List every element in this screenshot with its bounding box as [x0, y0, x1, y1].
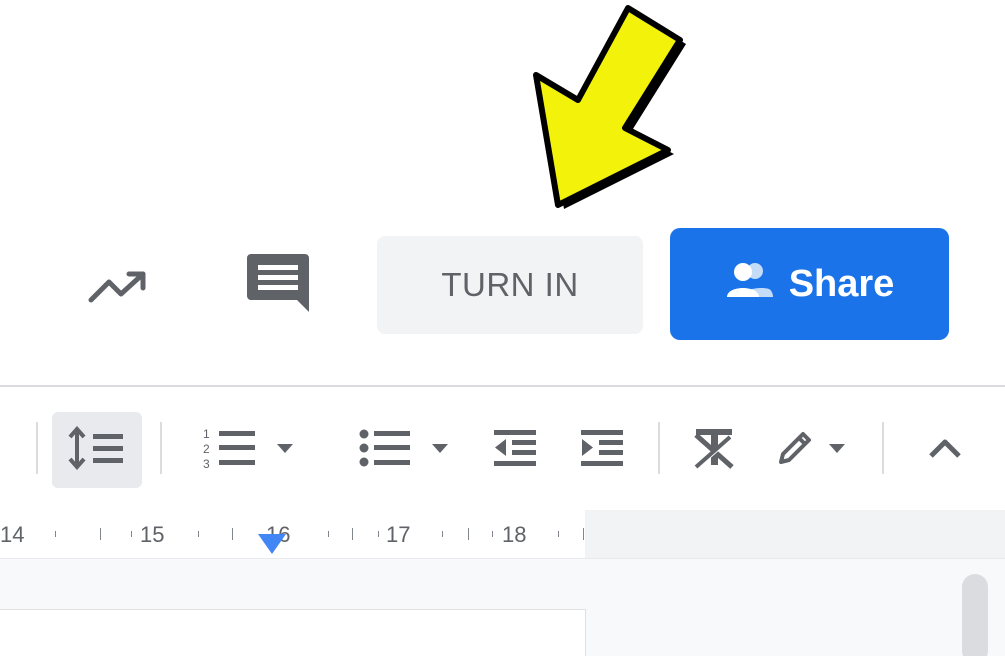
people-icon	[725, 259, 775, 309]
increase-indent-icon	[577, 426, 627, 475]
decrease-indent-icon	[490, 426, 540, 475]
decrease-indent-button[interactable]	[480, 412, 550, 488]
ruler-tick	[352, 528, 353, 540]
ruler-tick	[131, 531, 132, 537]
line-spacing-icon	[67, 425, 127, 475]
turn-in-label: TURN IN	[441, 266, 579, 303]
editing-mode-dropdown-icon	[827, 441, 847, 459]
numbered-list-button[interactable]: 1 2 3	[185, 412, 310, 488]
ruler-tick	[100, 528, 101, 540]
yellow-arrow-icon	[520, 0, 690, 215]
vertical-scrollbar[interactable]	[962, 574, 988, 656]
comment-icon	[245, 250, 311, 321]
svg-text:2: 2	[203, 442, 210, 456]
ruler-label: 14	[0, 522, 25, 547]
ruler-tick	[55, 531, 56, 537]
line-spacing-button[interactable]	[52, 412, 142, 488]
header-divider	[0, 385, 1005, 387]
clear-formatting-icon	[690, 425, 740, 476]
toolbar-separator	[658, 422, 660, 474]
increase-indent-button[interactable]	[567, 412, 637, 488]
ruler-tick	[232, 528, 233, 540]
share-label: Share	[788, 262, 895, 305]
ruler: 14 15 16 17 18	[0, 510, 1005, 559]
toolbar-separator	[160, 422, 162, 474]
clear-formatting-button[interactable]	[680, 412, 750, 488]
bulleted-list-dropdown-icon	[430, 441, 450, 459]
bulleted-list-icon	[356, 424, 416, 477]
ruler-margin-area	[585, 510, 1005, 558]
activity-dashboard-button[interactable]	[78, 258, 158, 318]
svg-text:3: 3	[203, 457, 210, 471]
toolbar-separator	[882, 422, 884, 474]
collapse-toolbar-icon	[925, 434, 965, 467]
ruler-label: 18	[502, 522, 527, 547]
turn-in-button[interactable]: TURN IN	[377, 236, 643, 334]
svg-text:1: 1	[203, 427, 210, 441]
ruler-tick	[583, 528, 584, 540]
ruler-label: 15	[140, 522, 165, 547]
toolbar-separator	[36, 422, 38, 474]
ruler-tick	[492, 531, 493, 537]
ruler-tick	[468, 528, 469, 540]
share-button[interactable]: Share	[670, 228, 949, 340]
indent-marker[interactable]	[258, 534, 286, 554]
bulleted-list-button[interactable]	[340, 412, 465, 488]
editing-mode-button[interactable]	[755, 412, 865, 488]
formatting-toolbar: 1 2 3	[0, 400, 1005, 505]
ruler-tick	[558, 531, 559, 537]
ruler-tick	[378, 531, 379, 537]
numbered-list-dropdown-icon	[275, 441, 295, 459]
ruler-label: 17	[386, 522, 411, 547]
collapse-toolbar-button[interactable]	[910, 412, 980, 488]
comments-button[interactable]	[238, 245, 318, 325]
activity-dashboard-icon	[85, 266, 151, 311]
ruler-tick	[198, 531, 199, 537]
document-page[interactable]	[0, 609, 586, 656]
ruler-tick	[328, 531, 329, 537]
editing-mode-pencil-icon	[773, 426, 817, 475]
ruler-tick	[442, 531, 443, 537]
docs-window: TURN IN Share 1 2 3 14 15 16 17 18	[0, 0, 1005, 656]
document-canvas	[0, 559, 1005, 656]
numbered-list-icon: 1 2 3	[201, 424, 261, 477]
